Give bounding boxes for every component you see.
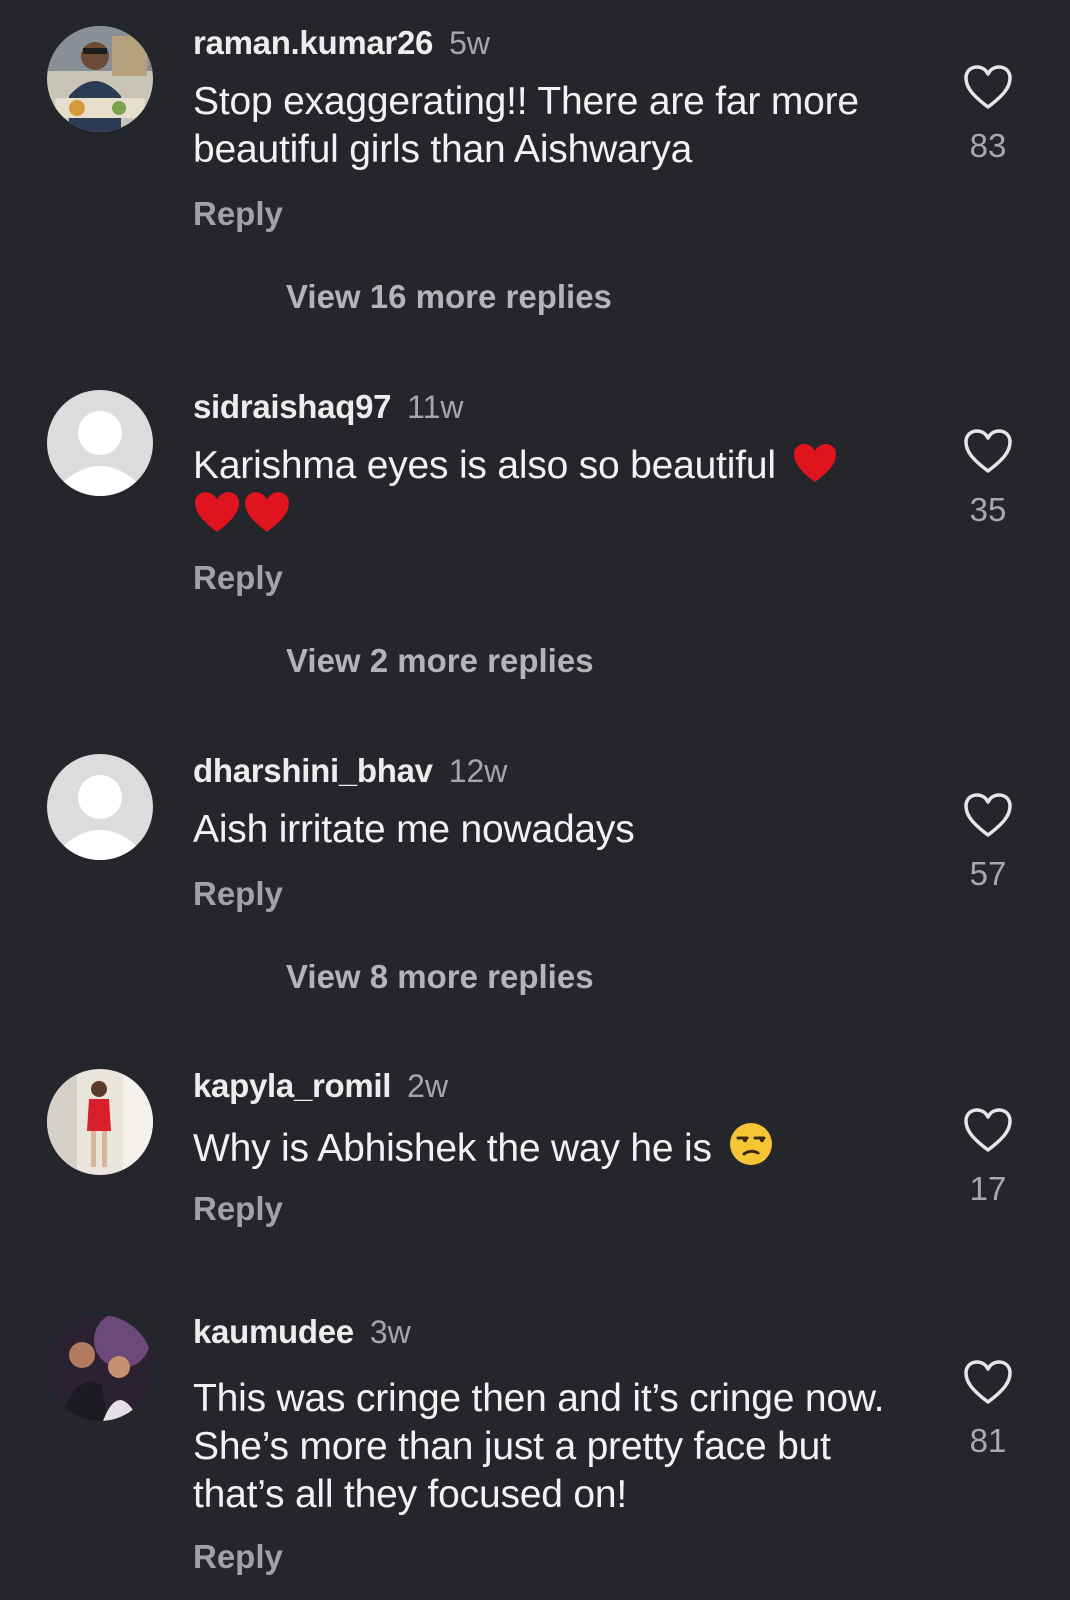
like-count: 17 — [969, 1170, 1007, 1207]
comment-meta: kaumudee 3w — [193, 1313, 411, 1350]
comment-text: Karishma eyes is also so beautiful — [193, 442, 913, 490]
comment-meta: raman.kumar26 5w — [193, 24, 490, 61]
comment-text: This was cringe then and it’s cringe now… — [193, 1377, 885, 1516]
heart-icon[interactable] — [962, 1357, 1014, 1409]
like-control: 17 — [958, 1105, 1018, 1207]
like-count: 83 — [969, 127, 1007, 164]
avatar[interactable] — [47, 390, 153, 496]
username[interactable]: raman.kumar26 — [193, 24, 433, 61]
avatar[interactable] — [47, 1069, 153, 1175]
reply-button[interactable]: Reply — [193, 876, 283, 912]
avatar[interactable] — [47, 1315, 153, 1421]
avatar[interactable] — [47, 754, 153, 860]
avatar[interactable] — [47, 26, 153, 132]
view-more-replies-button[interactable]: View 2 more replies — [286, 643, 594, 679]
reply-button[interactable]: Reply — [193, 1191, 283, 1227]
heart-icon[interactable] — [962, 790, 1014, 842]
comments-feed: raman.kumar26 5w Stop exaggerating!! Ther… — [0, 0, 1070, 1600]
reply-button[interactable]: Reply — [193, 1539, 283, 1575]
timestamp: 11w — [407, 389, 464, 425]
timestamp: 12w — [448, 753, 508, 789]
unamused-face-icon — [730, 1123, 773, 1165]
comment-text: Aish irritate me nowadays — [193, 808, 635, 851]
username[interactable]: kaumudee — [193, 1313, 354, 1350]
like-control: 57 — [958, 790, 1018, 892]
like-count: 35 — [969, 491, 1007, 528]
comment-text: Why is Abhishek the way he is — [193, 1121, 913, 1173]
view-more-replies-button[interactable]: View 8 more replies — [286, 959, 594, 995]
comment-meta: kapyla_romil 2w — [193, 1067, 449, 1104]
like-control: 35 — [958, 426, 1018, 528]
emoji-row — [193, 490, 293, 538]
user-photo-icon — [47, 26, 153, 132]
user-photo-icon — [47, 1315, 153, 1421]
red-heart-icon — [794, 444, 837, 482]
default-avatar-icon — [47, 754, 153, 860]
like-count: 81 — [969, 1422, 1007, 1459]
username[interactable]: kapyla_romil — [193, 1067, 391, 1104]
comment-meta: dharshini_bhav 12w — [193, 752, 508, 789]
timestamp: 3w — [369, 1314, 411, 1350]
username[interactable]: sidraishaq97 — [193, 388, 391, 425]
like-count: 57 — [969, 855, 1007, 892]
comment-meta: sidraishaq97 11w — [193, 388, 464, 425]
like-control: 83 — [958, 62, 1018, 164]
heart-icon[interactable] — [962, 1105, 1014, 1157]
red-heart-icon — [195, 492, 239, 532]
like-control: 81 — [958, 1357, 1018, 1459]
comment-text-body: Why is Abhishek the way he is — [193, 1127, 712, 1170]
reply-button[interactable]: Reply — [193, 560, 283, 596]
heart-icon[interactable] — [962, 426, 1014, 478]
view-more-replies-button[interactable]: View 16 more replies — [286, 279, 612, 315]
red-heart-icon — [245, 492, 289, 532]
heart-icon[interactable] — [962, 62, 1014, 114]
username[interactable]: dharshini_bhav — [193, 752, 433, 789]
default-avatar-icon — [47, 390, 153, 496]
timestamp: 2w — [407, 1068, 449, 1104]
reply-button[interactable]: Reply — [193, 196, 283, 232]
comment-text: Stop exaggerating!! There are far more b… — [193, 80, 859, 171]
timestamp: 5w — [449, 25, 490, 61]
comment-text-body: Karishma eyes is also so beautiful — [193, 444, 776, 487]
user-photo-icon — [47, 1069, 153, 1175]
